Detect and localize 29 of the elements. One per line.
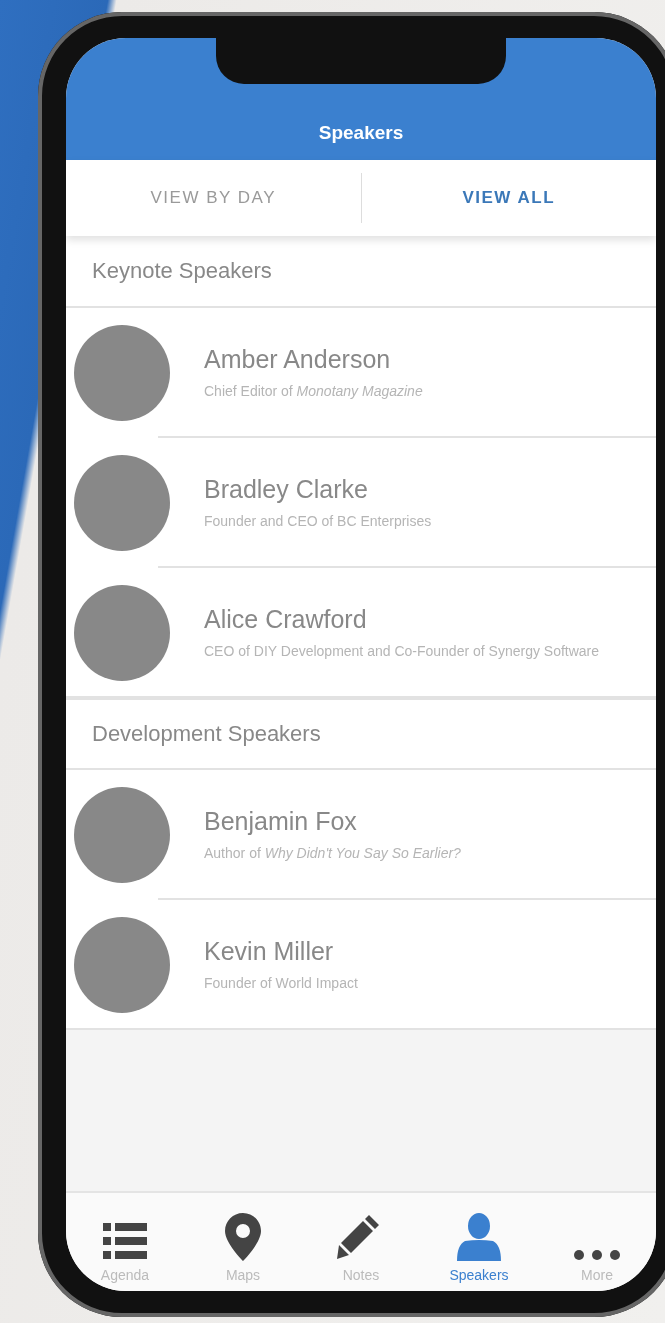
view-tab[interactable]: VIEW BY DAY [66,160,361,236]
speaker-role: Chief Editor of Monotany Magazine [204,382,423,401]
speaker-role: CEO of DIY Development and Co-Founder of Synergy Software [204,642,600,661]
more-icon [573,1249,621,1261]
speaker-row[interactable]: Amber Anderson Chief Editor of Monotany Magazine [66,308,656,438]
speaker-row[interactable]: Benjamin Fox Author of Why Didn't You Say So Earlier? [66,770,656,900]
section-header: Keynote Speakers [66,236,656,308]
speaker-row[interactable]: Kevin Miller Founder of World Impact [66,900,656,1030]
speaker-name: Bradley Clarke [204,475,369,505]
speaker-role: Author of Why Didn't You Say So Earlier? [204,844,461,863]
speaker-row[interactable]: Bradley Clarke Founder and CEO of BC Enterprises [66,438,656,568]
speaker-role: Founder of World Impact [204,974,358,993]
tab-bar-item[interactable]: More [538,1193,656,1283]
person-icon [457,1213,501,1261]
speaker-name: Amber Anderson [204,345,392,375]
tab-bar-item[interactable]: Agenda [66,1193,184,1283]
tab-bar-item[interactable]: Notes [302,1193,420,1283]
speaker-name: Benjamin Fox [204,807,358,837]
speaker-row[interactable]: Alice Crawford CEO of DIY Development and Co-Founder of Synergy Software [66,568,656,698]
tab-bar-item[interactable]: Maps [184,1193,302,1283]
speaker-role: Founder and CEO of BC Enterprises [204,512,432,531]
speaker-name: Alice Crawford [204,605,368,635]
screen-title: Speakers [318,122,404,144]
tab-bar-item[interactable]: Speakers [420,1193,538,1283]
view-tab[interactable]: VIEW ALL [361,160,656,236]
map-pin-icon [225,1213,261,1261]
section-header: Development Speakers [66,698,656,770]
list-icon [103,1221,147,1261]
speaker-name: Kevin Miller [204,937,335,967]
